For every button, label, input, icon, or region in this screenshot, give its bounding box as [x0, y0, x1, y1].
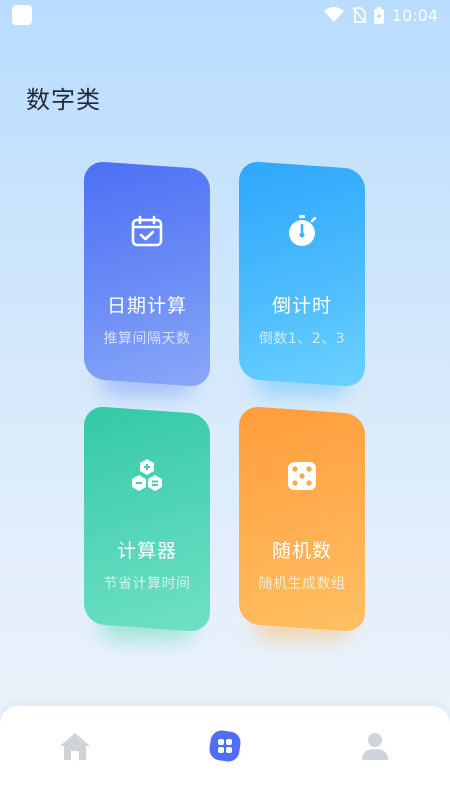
- calendar-check-icon: [131, 215, 163, 247]
- status-time: 10:04: [391, 5, 438, 25]
- apps-icon: [209, 730, 241, 762]
- card-body[interactable]: 随机数 随机生成数组: [239, 405, 365, 633]
- card-subtitle: 推算间隔天数: [103, 331, 191, 347]
- nav-profile-tab[interactable]: [357, 728, 393, 764]
- card-subtitle: 节省计算时间: [103, 576, 191, 592]
- card-body[interactable]: 倒计时 倒数1、2、3: [239, 160, 365, 388]
- card-title: 日期计算: [106, 295, 187, 317]
- date-calc-card[interactable]: 日期计算 推算间隔天数: [84, 160, 210, 395]
- calculator-card[interactable]: 计算器 节省计算时间: [84, 405, 210, 640]
- dice-icon: [288, 462, 316, 490]
- card-title: 随机数: [271, 540, 332, 562]
- countdown-card[interactable]: 倒计时 倒数1、2、3: [239, 160, 365, 395]
- app-indicator-icon: [12, 5, 32, 25]
- card-subtitle: 随机生成数组: [258, 576, 346, 592]
- wifi-icon: [323, 7, 344, 22]
- nav-home-tab[interactable]: [57, 728, 93, 764]
- calculator-hex-icon: [132, 459, 162, 491]
- no-sim-icon: [352, 7, 366, 23]
- card-body[interactable]: 计算器 节省计算时间: [84, 405, 210, 633]
- section-title: 数字类: [26, 86, 101, 114]
- nav-apps-tab[interactable]: [207, 728, 243, 764]
- status-icons: 10:04: [323, 5, 438, 25]
- card-subtitle: 倒数1、2、3: [258, 331, 346, 347]
- status-bar: 10:04: [0, 0, 450, 30]
- battery-charging-icon: [373, 6, 384, 24]
- random-number-card[interactable]: 随机数 随机生成数组: [239, 405, 365, 640]
- card-title: 计算器: [116, 540, 177, 562]
- card-title: 倒计时: [271, 295, 332, 317]
- bottom-nav: [0, 706, 450, 800]
- home-icon: [60, 733, 90, 760]
- stopwatch-icon: [289, 215, 317, 246]
- user-icon: [362, 733, 388, 760]
- card-body[interactable]: 日期计算 推算间隔天数: [84, 160, 210, 388]
